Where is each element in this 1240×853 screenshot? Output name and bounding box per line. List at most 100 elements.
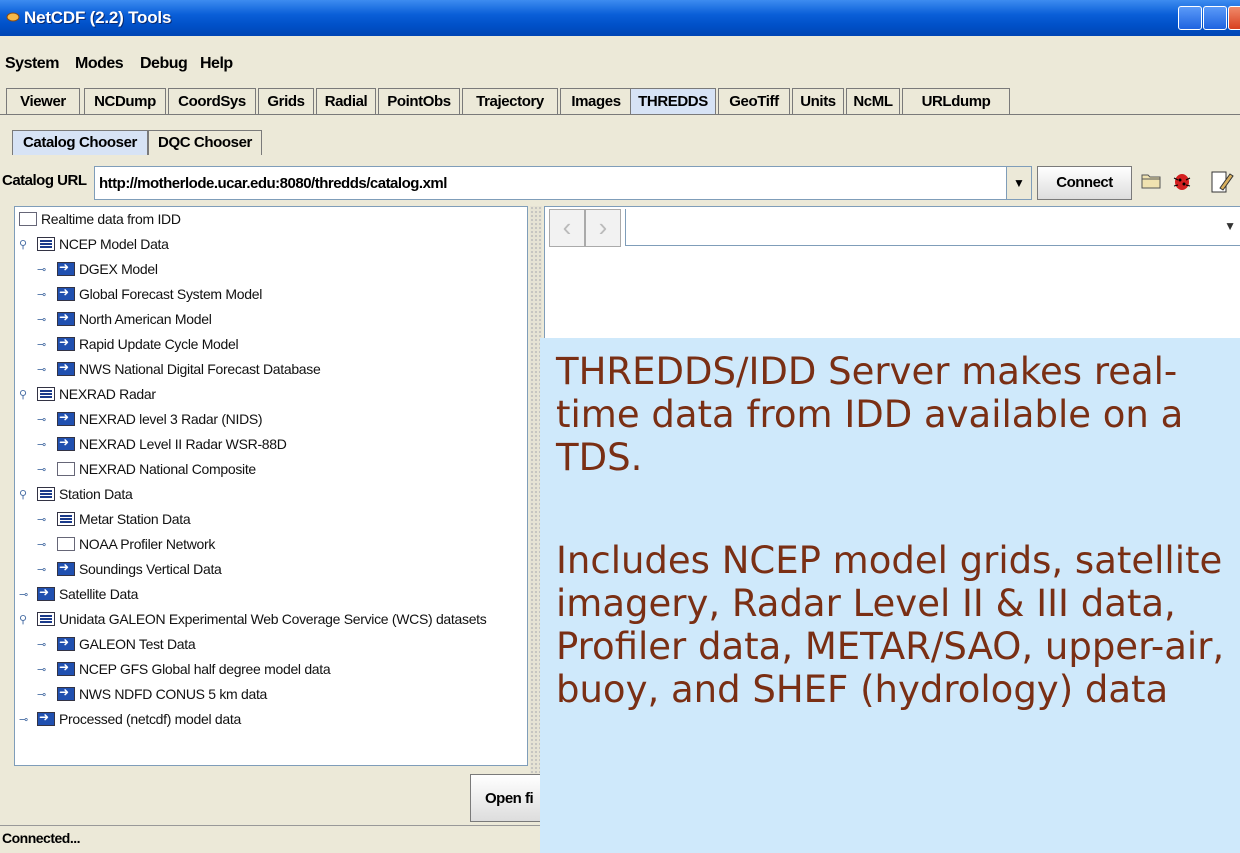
collapsed-handle-icon[interactable]: ⊸ bbox=[37, 288, 51, 301]
status-text: Connected... bbox=[2, 830, 81, 846]
tree-node-label: Rapid Update Cycle Model bbox=[79, 336, 239, 352]
tree-node-label: NEXRAD Level II Radar WSR-88D bbox=[79, 436, 287, 452]
tab-ncml[interactable]: NcML bbox=[846, 88, 900, 114]
callout-box: THREDDS/IDD Server makes real-time data … bbox=[540, 338, 1240, 853]
catalog-url-value: http://motherlode.ucar.edu:8080/thredds/… bbox=[99, 175, 447, 192]
tab-dqc-chooser[interactable]: DQC Chooser bbox=[148, 130, 262, 155]
collapsed-handle-icon[interactable]: ⊸ bbox=[37, 538, 51, 551]
callout-paragraph-2: Includes NCEP model grids, satellite ima… bbox=[556, 539, 1225, 711]
menu-help[interactable]: Help bbox=[200, 55, 233, 73]
tree-node-label: North American Model bbox=[79, 311, 212, 327]
collapsed-handle-icon[interactable]: ⊸ bbox=[37, 638, 51, 651]
collapsed-handle-icon[interactable]: ⊸ bbox=[37, 338, 51, 351]
tab-units[interactable]: Units bbox=[792, 88, 844, 114]
catalog-url-label: Catalog URL bbox=[2, 172, 87, 189]
tab-pointobs[interactable]: PointObs bbox=[378, 88, 460, 114]
callout-paragraph-1: THREDDS/IDD Server makes real-time data … bbox=[556, 350, 1184, 479]
collapsed-handle-icon[interactable]: ⊸ bbox=[37, 313, 51, 326]
window-title: NetCDF (2.2) Tools bbox=[24, 8, 172, 27]
tab-catalog-chooser[interactable]: Catalog Chooser bbox=[12, 130, 148, 155]
catalog-url-row: Catalog URL http://motherlode.ucar.edu:8… bbox=[0, 162, 1240, 202]
expanded-handle-icon[interactable]: ⚲ bbox=[19, 488, 33, 501]
tab-viewer[interactable]: Viewer bbox=[6, 88, 80, 114]
tree-node-label: NWS NDFD CONUS 5 km data bbox=[79, 686, 268, 702]
collapsed-handle-icon[interactable]: ⊸ bbox=[37, 413, 51, 426]
dataset-arrow-icon bbox=[57, 335, 75, 351]
collapsed-handle-icon[interactable]: ⊸ bbox=[37, 263, 51, 276]
catalog-url-input[interactable]: http://motherlode.ucar.edu:8080/thredds/… bbox=[94, 166, 1032, 200]
history-dropdown-arrow-icon[interactable]: ▼ bbox=[1224, 219, 1236, 233]
dataset-arrow-icon bbox=[37, 710, 55, 726]
tab-radial[interactable]: Radial bbox=[316, 88, 376, 114]
close-button[interactable] bbox=[1228, 6, 1240, 30]
tree-node-label: Station Data bbox=[59, 486, 133, 502]
collapsed-handle-icon[interactable]: ⊸ bbox=[19, 588, 33, 601]
blank-folder-icon bbox=[57, 537, 75, 551]
forward-icon[interactable]: › bbox=[585, 209, 621, 247]
tree-node-label: Global Forecast System Model bbox=[79, 286, 263, 302]
list-folder-icon bbox=[37, 487, 55, 501]
dataset-arrow-icon bbox=[57, 260, 75, 276]
folder-icon[interactable] bbox=[1139, 170, 1163, 194]
tree-node-label: Unidata GALEON Experimental Web Coverage… bbox=[59, 611, 487, 627]
dataset-arrow-icon bbox=[57, 660, 75, 676]
blank-folder-icon bbox=[19, 212, 37, 226]
dataset-arrow-icon bbox=[57, 435, 75, 451]
tree-node-label: Realtime data from IDD bbox=[41, 211, 181, 227]
collapsed-handle-icon[interactable]: ⊸ bbox=[37, 463, 51, 476]
history-combo[interactable]: ▼ bbox=[625, 209, 1240, 246]
tab-images[interactable]: Images bbox=[560, 88, 632, 114]
tree-node-label: Satellite Data bbox=[59, 586, 139, 602]
collapsed-handle-icon[interactable]: ⊸ bbox=[37, 688, 51, 701]
dataset-arrow-icon bbox=[57, 685, 75, 701]
tree-node-label: NCEP GFS Global half degree model data bbox=[79, 661, 331, 677]
tab-thredds[interactable]: THREDDS bbox=[630, 88, 716, 114]
tree-node-label: Soundings Vertical Data bbox=[79, 561, 222, 577]
catalog-tree[interactable]: Realtime data from IDD ⚲ NCEP Model Data… bbox=[14, 206, 528, 766]
menu-modes[interactable]: Modes bbox=[75, 55, 124, 73]
collapsed-handle-icon[interactable]: ⊸ bbox=[37, 363, 51, 376]
collapsed-handle-icon[interactable]: ⊸ bbox=[37, 513, 51, 526]
tab-urldump[interactable]: URLdump bbox=[902, 88, 1010, 114]
list-folder-icon bbox=[37, 387, 55, 401]
menu-system[interactable]: System bbox=[5, 55, 59, 73]
tree-node-label: NEXRAD National Composite bbox=[79, 461, 256, 477]
collapsed-handle-icon[interactable]: ⊸ bbox=[37, 438, 51, 451]
back-icon[interactable]: ‹ bbox=[549, 209, 585, 247]
tab-trajectory[interactable]: Trajectory bbox=[462, 88, 558, 114]
edit-icon[interactable] bbox=[1210, 170, 1234, 194]
blank-folder-icon bbox=[57, 462, 75, 476]
expanded-handle-icon[interactable]: ⚲ bbox=[19, 388, 33, 401]
app-icon bbox=[6, 12, 20, 22]
minimize-button[interactable] bbox=[1178, 6, 1202, 30]
dataset-arrow-icon bbox=[57, 410, 75, 426]
tab-coordsys[interactable]: CoordSys bbox=[168, 88, 256, 114]
dataset-arrow-icon bbox=[57, 360, 75, 376]
maximize-button[interactable] bbox=[1203, 6, 1227, 30]
menu-bar: System Modes Debug Help bbox=[0, 52, 1240, 76]
dataset-arrow-icon bbox=[57, 285, 75, 301]
collapsed-handle-icon[interactable]: ⊸ bbox=[19, 713, 33, 726]
dataset-arrow-icon bbox=[57, 310, 75, 326]
chooser-tabs: Catalog Chooser DQC Chooser bbox=[0, 128, 1240, 156]
title-bar[interactable]: NetCDF (2.2) Tools bbox=[0, 0, 1240, 36]
expanded-handle-icon[interactable]: ⚲ bbox=[19, 613, 33, 626]
menu-debug[interactable]: Debug bbox=[140, 55, 188, 73]
expanded-handle-icon[interactable]: ⚲ bbox=[19, 238, 33, 251]
tree-node-label: Metar Station Data bbox=[79, 511, 191, 527]
collapsed-handle-icon[interactable]: ⊸ bbox=[37, 663, 51, 676]
tree-node-label: Processed (netcdf) model data bbox=[59, 711, 241, 727]
list-folder-icon bbox=[57, 512, 75, 526]
tree-node-label: NOAA Profiler Network bbox=[79, 536, 216, 552]
tab-ncdump[interactable]: NCDump bbox=[84, 88, 166, 114]
tree-node-label: DGEX Model bbox=[79, 261, 158, 277]
tab-grids[interactable]: Grids bbox=[258, 88, 314, 114]
bug-icon[interactable] bbox=[1170, 170, 1194, 194]
collapsed-handle-icon[interactable]: ⊸ bbox=[37, 563, 51, 576]
main-tabs: Viewer NCDump CoordSys Grids Radial Poin… bbox=[0, 86, 1240, 116]
tree-node-label: GALEON Test Data bbox=[79, 636, 196, 652]
url-dropdown-arrow-icon[interactable]: ▼ bbox=[1006, 167, 1031, 199]
tree-node-label: NCEP Model Data bbox=[59, 236, 169, 252]
tab-geotiff[interactable]: GeoTiff bbox=[718, 88, 790, 114]
connect-button[interactable]: Connect bbox=[1037, 166, 1132, 200]
